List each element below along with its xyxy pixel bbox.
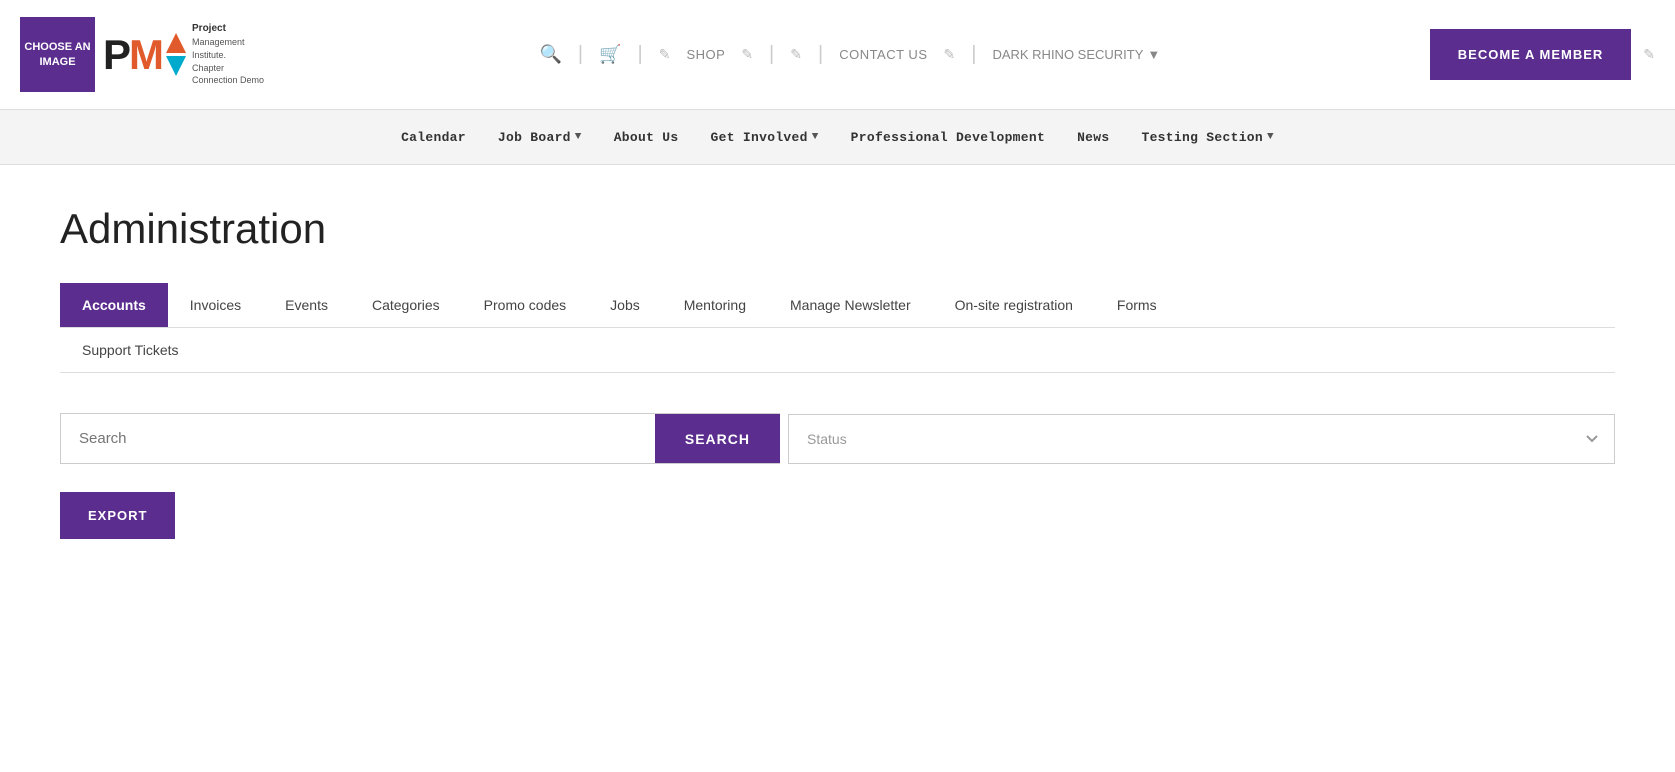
- edit-icon-2[interactable]: ✎: [790, 46, 802, 63]
- search-area: SEARCH Status: [60, 413, 1615, 464]
- dark-rhino-dropdown[interactable]: DARK RHINO SECURITY ▼: [992, 47, 1160, 62]
- tab-accounts[interactable]: Accounts: [60, 283, 168, 327]
- nav-item-jobboard[interactable]: Job Board ▼: [498, 130, 582, 145]
- tab-onsite-registration[interactable]: On-site registration: [933, 283, 1095, 327]
- status-select[interactable]: Status: [788, 414, 1615, 464]
- top-bar: CHOOSE AN IMAGE PM Project Management In…: [0, 0, 1675, 110]
- page-title: Administration: [60, 205, 1615, 253]
- edit-icon-member[interactable]: ✎: [1643, 46, 1655, 63]
- logo-letters: PM: [103, 31, 162, 79]
- tab-events[interactable]: Events: [263, 283, 350, 327]
- logo-icon-group: [166, 33, 186, 76]
- admin-tabs-row1: Accounts Invoices Events Categories Prom…: [60, 283, 1615, 327]
- search-input[interactable]: [61, 414, 655, 463]
- tab-jobs[interactable]: Jobs: [588, 283, 662, 327]
- become-member-button[interactable]: BECOME A MEMBER: [1430, 29, 1631, 80]
- chevron-jobboard: ▼: [575, 131, 582, 143]
- export-button[interactable]: EXPORT: [60, 492, 175, 539]
- main-content: Administration Accounts Invoices Events …: [0, 165, 1675, 579]
- chevron-down-icon: ▼: [1147, 47, 1160, 62]
- admin-tabs: Accounts Invoices Events Categories Prom…: [60, 283, 1615, 373]
- choose-image-box[interactable]: CHOOSE AN IMAGE: [20, 17, 95, 92]
- chevron-testing: ▼: [1267, 131, 1274, 143]
- nav-item-aboutus[interactable]: About Us: [614, 130, 679, 145]
- cart-icon[interactable]: 🛒: [599, 44, 621, 65]
- contact-label[interactable]: CONTACT US: [839, 47, 927, 62]
- logo-img: PM Project Management Institute. Chapter…: [103, 22, 264, 86]
- nav-item-prodev[interactable]: Professional Development: [851, 130, 1045, 145]
- edit-icon-shop[interactable]: ✎: [741, 46, 753, 63]
- search-icon[interactable]: 🔍: [539, 44, 561, 65]
- shop-label[interactable]: SHOP: [686, 47, 725, 62]
- export-area: EXPORT: [60, 484, 1615, 539]
- logo-triangle-top: [166, 33, 186, 53]
- nav-bar: Calendar Job Board ▼ About Us Get Involv…: [0, 110, 1675, 165]
- nav-item-testing[interactable]: Testing Section ▼: [1141, 130, 1273, 145]
- tab-forms[interactable]: Forms: [1095, 283, 1179, 327]
- edit-icon-1[interactable]: ✎: [659, 46, 671, 63]
- logo-triangle-bottom: [166, 56, 186, 76]
- nav-item-calendar[interactable]: Calendar: [401, 130, 466, 145]
- search-button[interactable]: SEARCH: [655, 414, 780, 463]
- tab-support-tickets[interactable]: Support Tickets: [60, 328, 201, 372]
- tab-manage-newsletter[interactable]: Manage Newsletter: [768, 283, 933, 327]
- edit-icon-contact[interactable]: ✎: [944, 46, 956, 63]
- search-input-wrap: SEARCH: [60, 413, 780, 464]
- tab-invoices[interactable]: Invoices: [168, 283, 263, 327]
- admin-tabs-row2: Support Tickets: [60, 327, 1615, 372]
- top-bar-center: 🔍 | 🛒 | ✎ SHOP ✎ | ✎ | CONTACT US ✎ | DA…: [270, 43, 1430, 66]
- nav-item-getinvolved[interactable]: Get Involved ▼: [711, 130, 819, 145]
- nav-item-news[interactable]: News: [1077, 130, 1109, 145]
- tab-mentoring[interactable]: Mentoring: [662, 283, 768, 327]
- tab-promo-codes[interactable]: Promo codes: [462, 283, 588, 327]
- logo-area: CHOOSE AN IMAGE PM Project Management In…: [20, 17, 270, 92]
- tab-categories[interactable]: Categories: [350, 283, 462, 327]
- top-bar-right: BECOME A MEMBER ✎: [1430, 29, 1655, 80]
- chevron-getinvolved: ▼: [812, 131, 819, 143]
- logo-text-block: Project Management Institute. Chapter Co…: [192, 22, 264, 86]
